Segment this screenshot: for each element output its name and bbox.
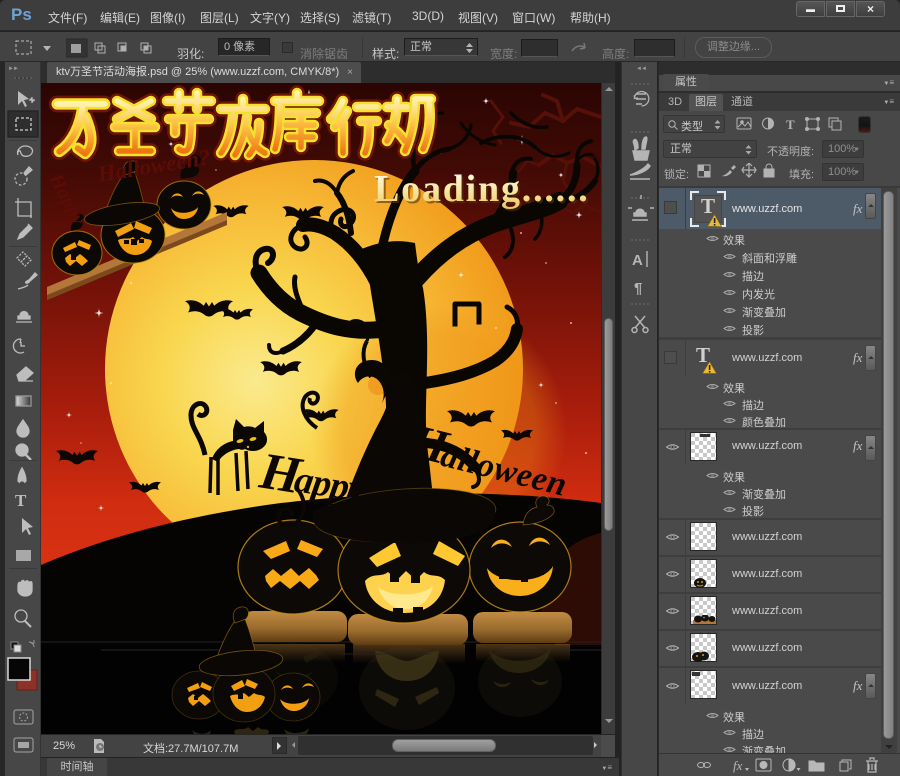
svg-text:Loading......: Loading...... <box>374 168 590 210</box>
svg-text:¶: ¶ <box>634 280 642 297</box>
svg-text:T: T <box>786 117 795 132</box>
svg-text:fx: fx <box>733 758 743 773</box>
svg-text:A: A <box>632 252 643 269</box>
svg-text:T: T <box>15 491 27 510</box>
